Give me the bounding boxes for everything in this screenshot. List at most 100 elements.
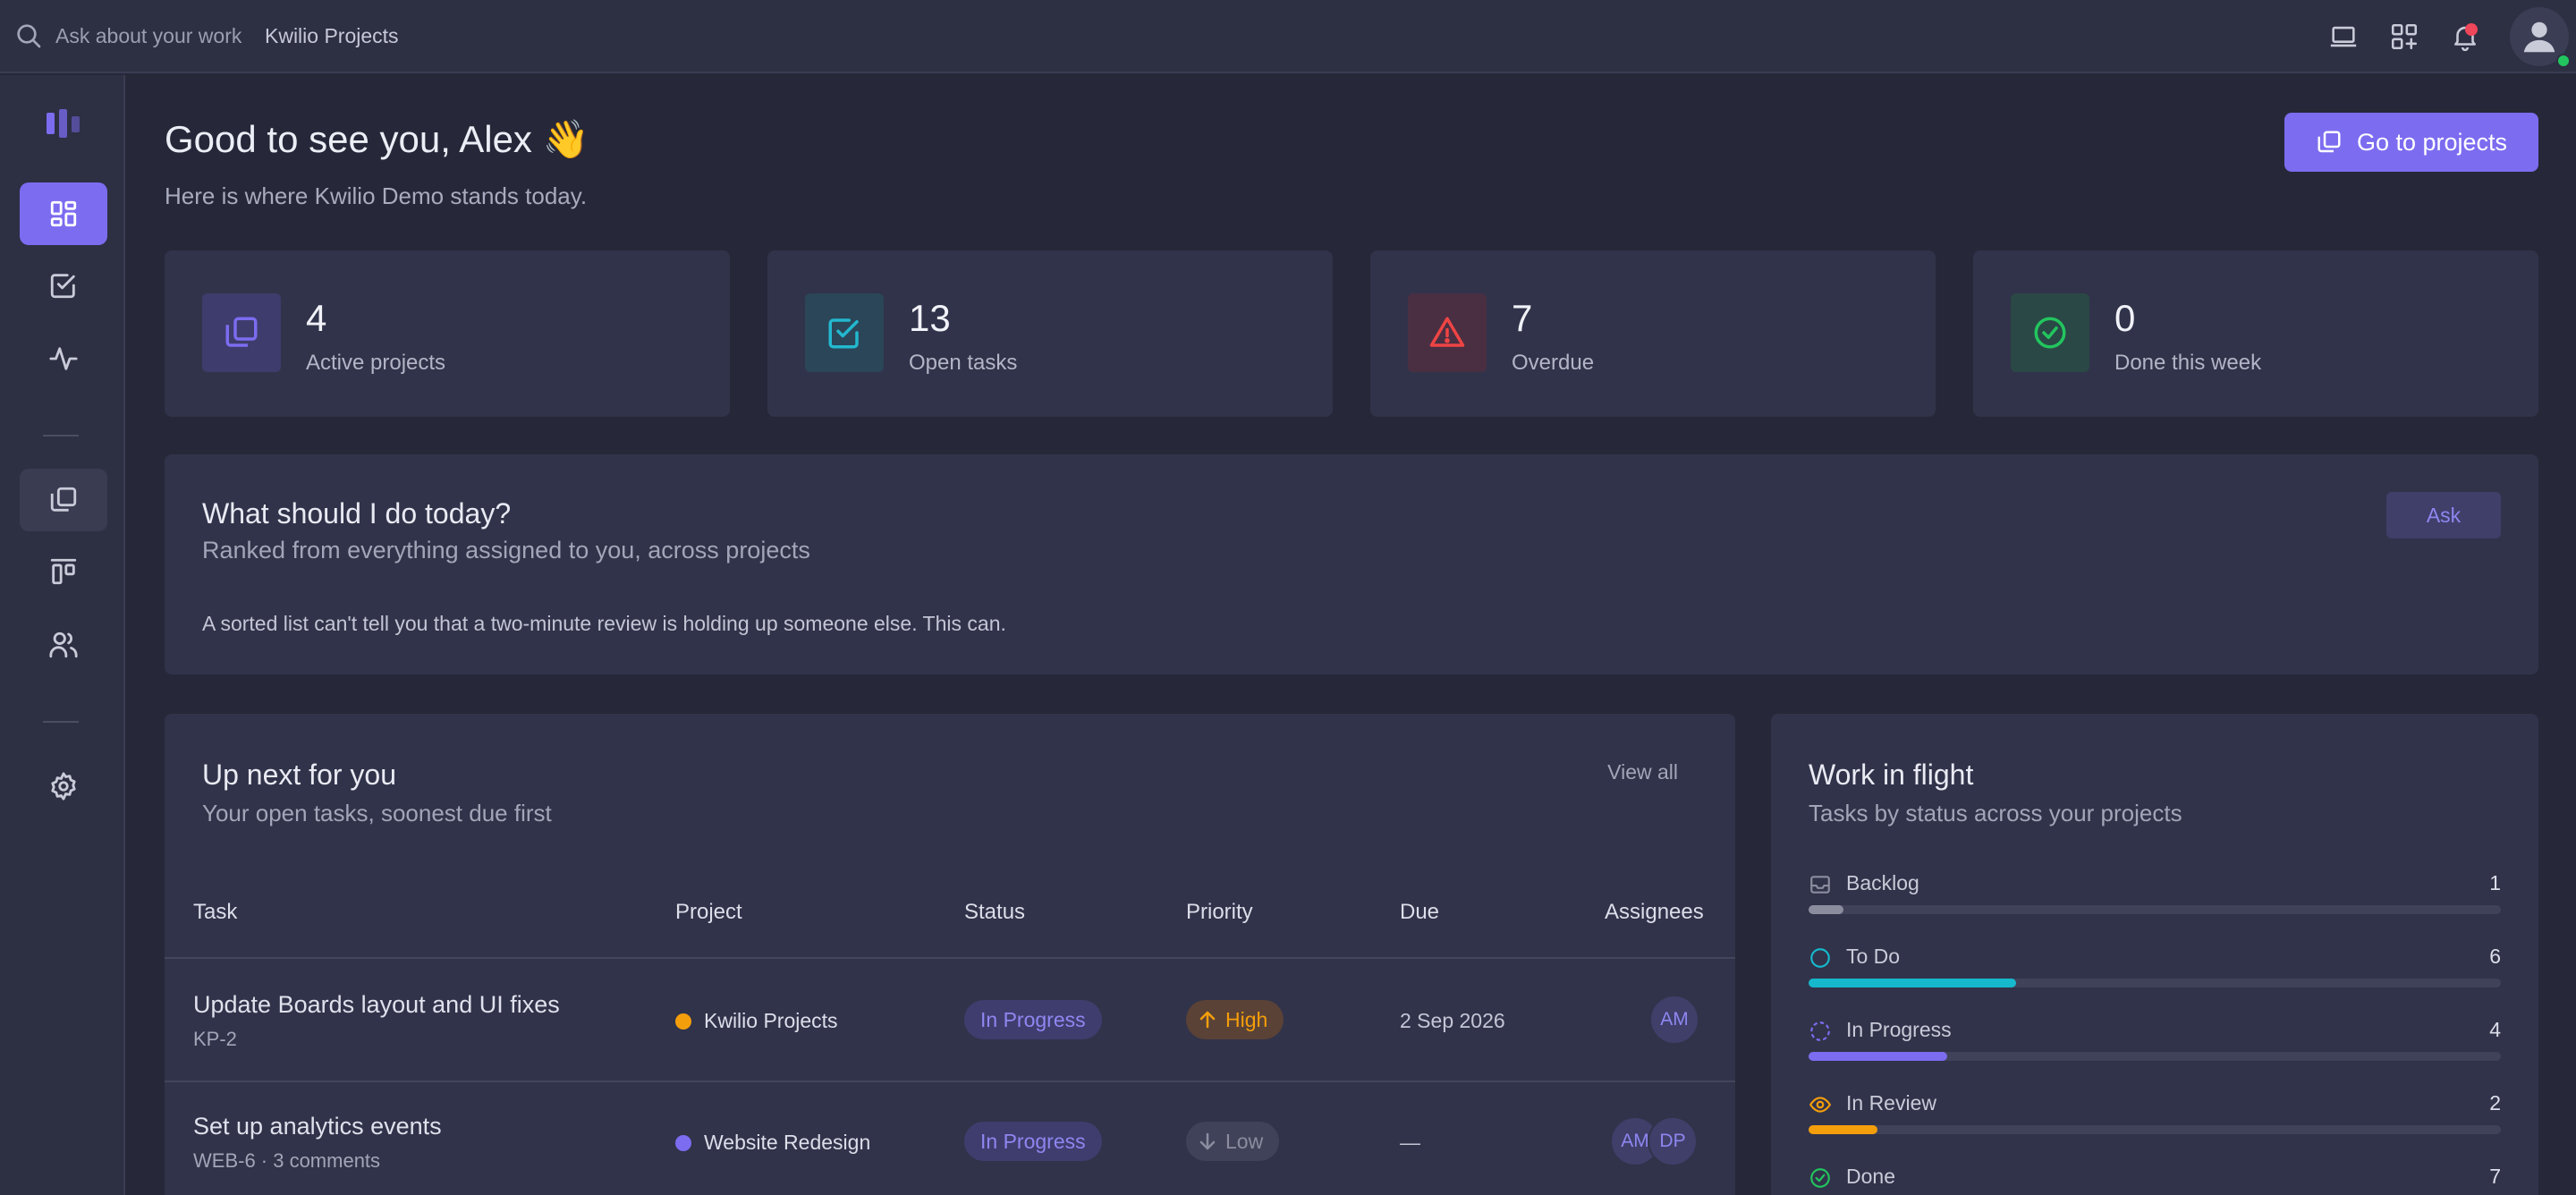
stat-icon-box	[1408, 293, 1487, 372]
stat-label: Overdue	[1512, 351, 1595, 375]
status-progress-track	[1809, 1052, 2501, 1061]
task-project[interactable]: Website Redesign	[675, 1131, 870, 1155]
stat-label: Active projects	[306, 351, 446, 375]
circle-icon	[1810, 948, 1830, 968]
priority-label: High	[1225, 1007, 1268, 1031]
stat-value: 7	[1512, 297, 1533, 339]
status-label: Done	[1846, 1165, 1895, 1188]
top-actions	[2313, 0, 2576, 73]
gear-icon	[51, 772, 76, 801]
column-header-task[interactable]: Task	[193, 900, 237, 925]
stat-card-overdue[interactable]: 7 Overdue	[1370, 250, 1936, 417]
sidebar-item-dashboard[interactable]	[20, 182, 107, 245]
task-due-date: —	[1400, 1131, 1420, 1154]
status-count: 2	[2489, 1091, 2501, 1114]
task-name[interactable]: Update Boards layout and UI fixes	[193, 991, 560, 1019]
go-to-projects-button[interactable]: Go to projects	[2284, 113, 2538, 172]
projects-icon	[225, 317, 258, 347]
status-progress-fill	[1809, 1125, 1878, 1134]
column-header-due[interactable]: Due	[1400, 900, 1439, 925]
checkbox-icon	[50, 274, 75, 299]
ask-card-title: What should I do today?	[202, 497, 512, 530]
priority-badge: Low	[1186, 1122, 1280, 1161]
task-name[interactable]: Set up analytics events	[193, 1113, 442, 1140]
user-menu[interactable]	[2503, 0, 2576, 73]
project-name: Kwilio Projects	[704, 1009, 838, 1032]
top-bar: Kwilio Projects	[0, 0, 2576, 73]
stat-card-open-tasks[interactable]: 13 Open tasks	[767, 250, 1333, 417]
activity-icon	[49, 347, 78, 370]
status-progress-fill	[1809, 979, 2017, 987]
priority-badge: High	[1186, 1000, 1284, 1039]
project-name: Website Redesign	[704, 1131, 871, 1154]
status-count: 6	[2489, 945, 2501, 968]
projects-icon	[50, 487, 77, 512]
arrow-up-icon	[1199, 1011, 1216, 1029]
app-logo-icon[interactable]	[47, 109, 80, 138]
column-header-project[interactable]: Project	[675, 900, 742, 925]
ask-card-note: A sorted list can't tell you that a two-…	[202, 612, 1006, 635]
column-header-status[interactable]: Status	[964, 900, 1025, 925]
stat-label: Open tasks	[909, 351, 1018, 375]
task-project[interactable]: Kwilio Projects	[675, 1009, 838, 1033]
warning-icon	[1429, 317, 1465, 347]
notifications-button[interactable]	[2435, 0, 2496, 73]
projects-icon	[2318, 131, 2341, 153]
view-all-link[interactable]: View all	[1607, 760, 1678, 784]
status-row-done[interactable]: Done 7	[1809, 1165, 2501, 1195]
status-row-in-review[interactable]: In Review 2	[1809, 1091, 2501, 1145]
page-subtitle: Here is where Kwilio Demo stands today.	[165, 182, 588, 209]
column-header-priority[interactable]: Priority	[1186, 900, 1253, 925]
sidebar-item-activity[interactable]	[20, 327, 107, 390]
task-status[interactable]: In Progress	[964, 1000, 1102, 1039]
sidebar	[0, 75, 125, 1195]
table-row[interactable]: Update Boards layout and UI fixes KP-2	[193, 991, 560, 1051]
apps-add-icon	[2391, 23, 2418, 50]
task-due-date: 2 Sep 2026	[1400, 1009, 1505, 1032]
status-count: 1	[2489, 871, 2501, 894]
user-icon	[2523, 21, 2555, 53]
stat-icon-box	[2011, 293, 2089, 372]
sidebar-item-team[interactable]	[20, 614, 107, 676]
task-status[interactable]: In Progress	[964, 1122, 1102, 1161]
column-header-assignees[interactable]: Assignees	[1605, 900, 1704, 925]
online-status-dot	[2556, 54, 2571, 68]
status-row-backlog[interactable]: Backlog 1	[1809, 871, 2501, 925]
status-progress-track	[1809, 979, 2501, 987]
status-row-in-progress[interactable]: In Progress 4	[1809, 1018, 2501, 1072]
task-key: WEB-6 · 3 comments	[193, 1149, 381, 1172]
dashed-circle-icon	[1810, 1021, 1830, 1041]
task-priority[interactable]: Low	[1186, 1122, 1280, 1161]
task-key: KP-2	[193, 1028, 237, 1050]
apps-button[interactable]	[2374, 0, 2435, 73]
search-icon	[17, 24, 41, 48]
board-icon	[50, 558, 77, 585]
task-priority[interactable]: High	[1186, 1000, 1284, 1039]
page-title: Good to see you, Alex 👋	[165, 118, 589, 160]
work-in-flight-subtitle: Tasks by status across your projects	[1809, 800, 2182, 826]
sidebar-item-projects[interactable]	[20, 469, 107, 531]
ask-button[interactable]: Ask	[2386, 492, 2501, 538]
search-input[interactable]	[55, 23, 259, 48]
table-divider	[165, 957, 1735, 959]
laptop-button[interactable]	[2313, 0, 2374, 73]
stat-label: Done this week	[2114, 351, 2262, 375]
sidebar-item-tasks[interactable]	[20, 254, 107, 317]
table-divider	[165, 1081, 1735, 1082]
assignee-avatar[interactable]: DP	[1648, 1116, 1698, 1166]
stat-card-done-this-week[interactable]: 0 Done this week	[1973, 250, 2538, 417]
status-row-to-do[interactable]: To Do 6	[1809, 945, 2501, 998]
sidebar-item-boards[interactable]	[20, 540, 107, 603]
stat-card-active-projects[interactable]: 4 Active projects	[165, 250, 730, 417]
status-badge: In Progress	[964, 1000, 1102, 1039]
workspace-name[interactable]: Kwilio Projects	[265, 24, 399, 48]
priority-label: Low	[1225, 1129, 1264, 1153]
sidebar-item-settings[interactable]	[20, 755, 107, 818]
status-progress-fill	[1809, 1052, 1947, 1061]
sidebar-divider	[43, 721, 79, 723]
table-row[interactable]: Set up analytics events WEB-6 · 3 commen…	[193, 1113, 442, 1173]
status-label: Backlog	[1846, 871, 1919, 894]
arrow-down-icon	[1199, 1132, 1216, 1150]
assignee-avatar[interactable]: AM	[1649, 995, 1699, 1045]
dashboard-icon	[50, 200, 77, 227]
